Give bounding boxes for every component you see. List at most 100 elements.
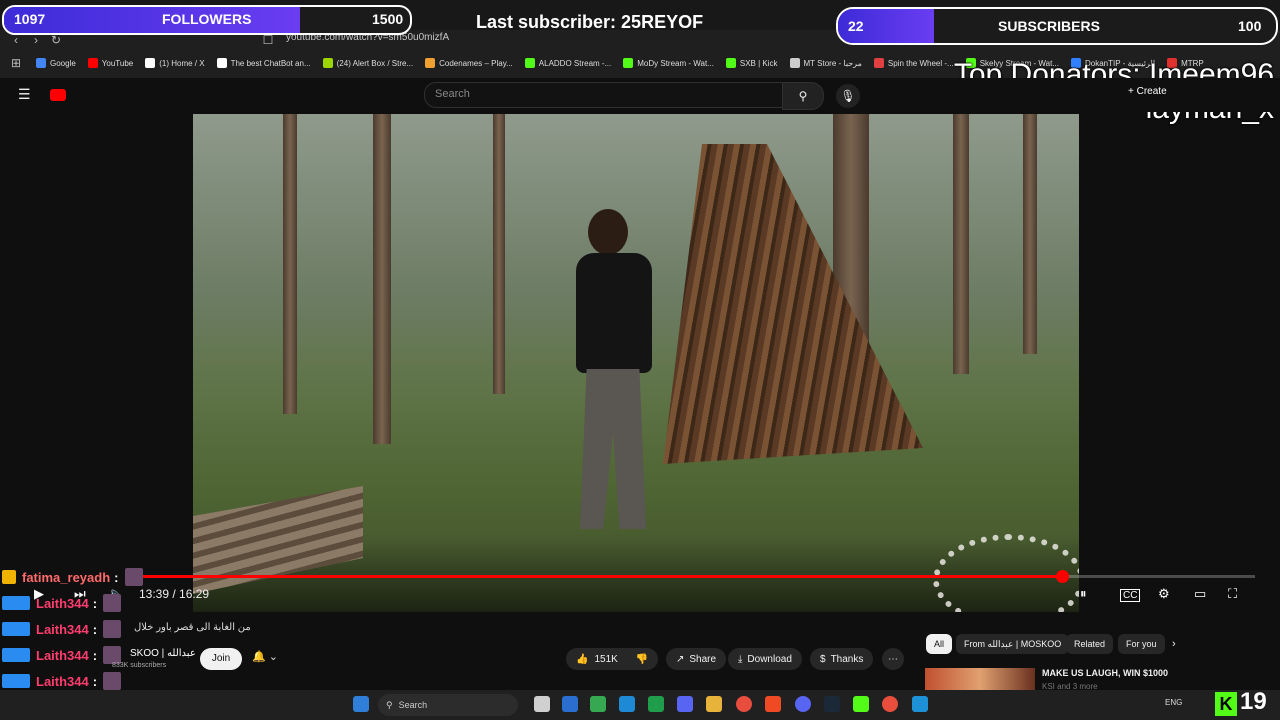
- task-view-icon[interactable]: [534, 696, 550, 712]
- followers-goal-bar: 1097 FOLLOWERS 1500: [2, 5, 412, 35]
- followers-count: 1097: [14, 11, 46, 27]
- taskbar-search[interactable]: ⚲ Search: [378, 694, 518, 716]
- recommended-title[interactable]: MAKE US LAUGH, WIN $1000: [1042, 668, 1168, 678]
- search-input[interactable]: Search: [424, 82, 784, 108]
- bookmark-item[interactable]: ALADDO Stream -...: [524, 58, 611, 68]
- thumbs-down-icon[interactable]: 👎: [636, 654, 648, 665]
- subscribers-count: 22: [848, 18, 864, 34]
- bookmark-favicon-icon: [145, 58, 156, 68]
- bookmark-item[interactable]: SXB | Kick: [725, 58, 778, 68]
- chat-username: Laith344: [36, 621, 89, 637]
- bell-icon[interactable]: 🔔 ⌄: [252, 650, 278, 663]
- bookmark-item[interactable]: (1) Home / X: [145, 58, 205, 68]
- bookmark-item[interactable]: MT Store - مرحبا: [789, 58, 862, 68]
- bookmark-favicon-icon: [623, 58, 634, 68]
- notepad-icon[interactable]: [912, 696, 928, 712]
- chip-3[interactable]: For you: [1118, 634, 1165, 654]
- download-label: Download: [747, 653, 792, 665]
- reload-icon[interactable]: ↻: [46, 33, 66, 47]
- kick-app-icon[interactable]: [853, 696, 869, 712]
- bookmark-item[interactable]: YouTube: [87, 58, 134, 68]
- mic-icon[interactable]: 🎙: [836, 84, 860, 108]
- founder-badge-icon: [2, 570, 16, 584]
- tree-trunk: [1023, 114, 1037, 354]
- time-display: 13:39 / 16:29: [139, 587, 210, 601]
- settings-icon[interactable]: ⚙: [1158, 586, 1170, 602]
- chat-message: من الغابة الى قصر باور خلال: [134, 622, 251, 633]
- bookmark-favicon-icon: [87, 58, 98, 68]
- bookmark-item[interactable]: Codenames – Play...: [425, 58, 513, 68]
- bookmark-label: SXB | Kick: [739, 58, 778, 68]
- followers-goal: 1500: [372, 11, 404, 27]
- join-button[interactable]: Join: [200, 648, 242, 670]
- more-actions-icon[interactable]: ⋯: [882, 648, 904, 670]
- back-icon[interactable]: ‹: [6, 33, 26, 47]
- autoplay-toggle-icon[interactable]: ⏸: [1080, 586, 1087, 602]
- theater-mode-icon[interactable]: ▭: [1194, 586, 1206, 602]
- progress-bar[interactable]: [130, 570, 1255, 583]
- chip-0[interactable]: All: [926, 634, 953, 654]
- chat-row: Laith344:: [2, 592, 122, 614]
- steam-icon[interactable]: [824, 696, 840, 712]
- progress-fill: [130, 575, 1062, 578]
- like-count: 151K: [594, 653, 618, 665]
- captions-icon[interactable]: CC: [1120, 589, 1141, 602]
- subscribers-goal: 100: [1238, 18, 1262, 34]
- like-button[interactable]: 👍 151K 👎: [566, 648, 659, 670]
- bookmark-label: (1) Home / X: [159, 58, 205, 68]
- discord-alt-icon[interactable]: [795, 696, 811, 712]
- thanks-icon: $: [820, 653, 826, 665]
- discord-icon[interactable]: [677, 696, 693, 712]
- chat-emote-icon: [103, 594, 122, 612]
- chat-username: Laith344: [36, 673, 89, 689]
- app-icon[interactable]: [562, 696, 578, 712]
- bookmark-favicon-icon: [725, 58, 736, 68]
- bookmark-label: (24) Alert Box / Stre...: [336, 58, 414, 68]
- chat-emote-icon: [103, 620, 122, 638]
- download-button[interactable]: ⤓ Download: [728, 648, 802, 670]
- language-indicator[interactable]: ENG: [1165, 698, 1182, 707]
- app-icon[interactable]: [590, 696, 606, 712]
- log-shelter: [663, 144, 923, 464]
- bookmark-label: MoDy Stream - Wat...: [637, 58, 714, 68]
- bookmark-star-icon[interactable]: ☐: [258, 33, 278, 47]
- subscribers-label: SUBSCRIBERS: [998, 18, 1100, 34]
- search-button[interactable]: ⚲: [782, 82, 824, 110]
- bookmark-item[interactable]: (24) Alert Box / Stre...: [322, 58, 414, 68]
- excel-icon[interactable]: [648, 696, 664, 712]
- bookmark-favicon-icon: [789, 58, 800, 68]
- share-button[interactable]: ↗ Share: [666, 648, 727, 670]
- brave-icon[interactable]: [765, 696, 781, 712]
- channel-name[interactable]: SKOO | عبدالله: [130, 648, 196, 659]
- chips-next-icon[interactable]: ›: [1172, 638, 1176, 650]
- video-player[interactable]: [193, 114, 1079, 612]
- start-icon[interactable]: [353, 696, 369, 712]
- fullscreen-icon[interactable]: ⛶: [1228, 586, 1237, 602]
- bookmark-item[interactable]: MoDy Stream - Wat...: [623, 58, 714, 68]
- bookmark-item[interactable]: The best ChatBot an...: [216, 58, 311, 68]
- chrome-alt-icon[interactable]: [882, 696, 898, 712]
- chrome-icon[interactable]: [736, 696, 752, 712]
- tree-trunk: [493, 114, 505, 394]
- file-explorer-icon[interactable]: [706, 696, 722, 712]
- menu-icon[interactable]: ☰: [18, 86, 31, 103]
- followers-label: FOLLOWERS: [162, 11, 252, 27]
- store-icon[interactable]: [619, 696, 635, 712]
- bookmark-item[interactable]: Google: [36, 58, 76, 68]
- thanks-button[interactable]: $ Thanks: [810, 648, 874, 670]
- youtube-logo[interactable]: [50, 89, 66, 101]
- chat-username: Laith344: [36, 595, 89, 611]
- scrubber-handle[interactable]: [1055, 570, 1069, 583]
- channel-subscribers: 833K subscribers: [112, 662, 167, 669]
- bookmark-label: Codenames – Play...: [439, 58, 513, 68]
- chat-row: Laith344:: [2, 644, 122, 666]
- chip-2[interactable]: Related: [1066, 634, 1114, 654]
- forward-icon[interactable]: ›: [26, 33, 46, 47]
- chip-1[interactable]: From عبدالله | MOSKOO: [956, 634, 1070, 654]
- bookmark-label: YouTube: [101, 58, 134, 68]
- sub-badge-icon: [2, 622, 30, 636]
- chat-row: Laith344:: [2, 670, 122, 692]
- create-button[interactable]: + Create: [1128, 86, 1167, 97]
- chat-separator: :: [92, 673, 98, 689]
- apps-grid-icon[interactable]: ⊞: [6, 56, 26, 70]
